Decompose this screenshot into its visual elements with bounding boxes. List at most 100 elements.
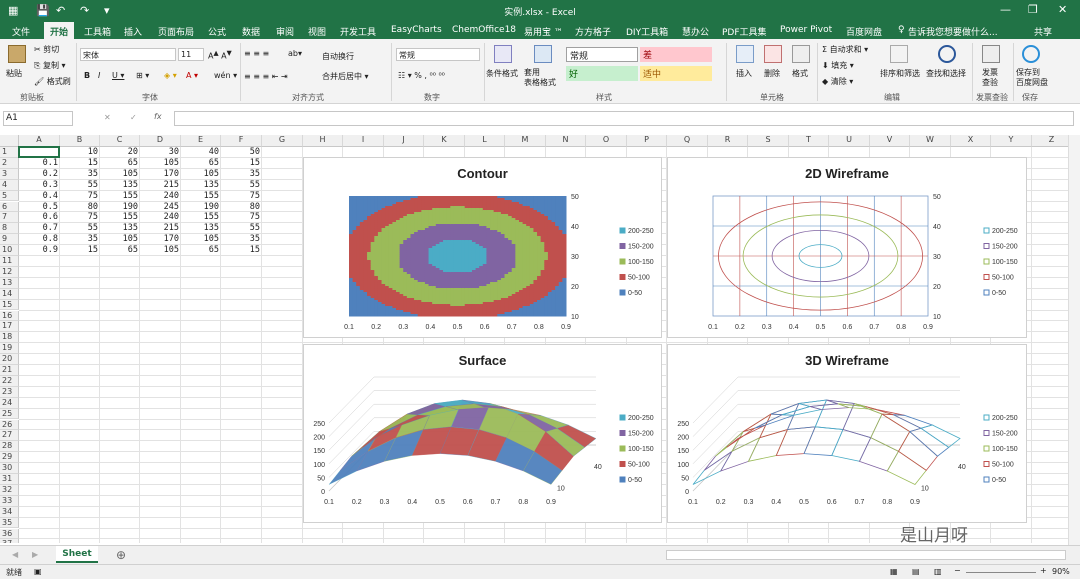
cell[interactable]: 30: [140, 147, 181, 158]
tab-baidu[interactable]: 百度网盘: [846, 25, 882, 38]
minimize-button[interactable]: —: [1000, 3, 1011, 16]
row-header[interactable]: 22: [0, 375, 19, 387]
row-header[interactable]: 19: [0, 343, 19, 355]
cell[interactable]: 15: [221, 158, 262, 169]
cell[interactable]: 0.4: [19, 191, 60, 202]
format-painter-button[interactable]: 🖌 格式刷: [34, 76, 71, 87]
tab-powerpivot[interactable]: Power Pivot: [780, 25, 832, 35]
normal-view-icon[interactable]: ▦: [890, 567, 898, 576]
row-header[interactable]: 15: [0, 299, 19, 311]
cell[interactable]: 135: [100, 223, 140, 234]
cell[interactable]: 0.7: [19, 223, 60, 234]
wrap-text-button[interactable]: 自动换行: [322, 51, 354, 62]
zoom-out-button[interactable]: −: [954, 566, 961, 575]
prev-sheet-icon[interactable]: ◀: [12, 550, 18, 559]
underline-button[interactable]: U ▾: [112, 71, 124, 80]
style-bad[interactable]: 差: [640, 47, 712, 62]
row-header[interactable]: 27: [0, 430, 19, 442]
column-header[interactable]: I: [343, 135, 384, 147]
formula-input[interactable]: [174, 111, 1074, 126]
cell[interactable]: 35: [221, 234, 262, 245]
tab-chemoffice[interactable]: ChemOffice18: [452, 25, 516, 35]
tab-insert[interactable]: 插入: [124, 25, 142, 38]
save-baidu-button[interactable]: 保存到 百度网盘: [1016, 68, 1048, 88]
row-header[interactable]: 6: [0, 201, 19, 213]
sheet-tab[interactable]: Sheet: [56, 546, 98, 563]
row-header[interactable]: 30: [0, 463, 19, 474]
paste-icon[interactable]: [8, 45, 26, 63]
wen-icon[interactable]: wén ▾: [214, 71, 237, 80]
row-header[interactable]: 7: [0, 212, 19, 224]
cell[interactable]: 75: [60, 191, 100, 202]
tab-review[interactable]: 审阅: [276, 25, 294, 38]
tab-diy[interactable]: DIY工具箱: [626, 25, 668, 38]
cell[interactable]: 55: [60, 180, 100, 191]
tab-layout[interactable]: 页面布局: [158, 25, 194, 38]
cell[interactable]: 170: [140, 169, 181, 180]
table-format-icon[interactable]: [534, 45, 552, 63]
row-header[interactable]: 32: [0, 484, 19, 496]
column-header[interactable]: Q: [667, 135, 708, 147]
row-header[interactable]: 35: [0, 517, 19, 529]
merge-center-button[interactable]: 合并后居中 ▾: [322, 71, 369, 82]
cell[interactable]: 105: [100, 234, 140, 245]
cell[interactable]: 35: [221, 169, 262, 180]
zoom-level[interactable]: 90%: [1052, 567, 1070, 576]
font-name-select[interactable]: 宋体: [80, 48, 176, 61]
cell[interactable]: 105: [181, 234, 221, 245]
tab-fangfang[interactable]: 方方格子: [575, 25, 611, 38]
cell[interactable]: 75: [60, 212, 100, 223]
row-header[interactable]: 2: [0, 157, 19, 169]
tab-view[interactable]: 视图: [308, 25, 326, 38]
column-header[interactable]: G: [262, 135, 303, 147]
clear-button[interactable]: ◆ 清除 ▾: [822, 76, 853, 87]
cell[interactable]: 15: [60, 158, 100, 169]
cell[interactable]: 155: [100, 191, 140, 202]
select-all-corner[interactable]: [0, 135, 19, 147]
font-color-icon[interactable]: A ▾: [186, 71, 198, 80]
row-header[interactable]: 1: [0, 147, 19, 158]
column-header[interactable]: S: [748, 135, 789, 147]
row-header[interactable]: 8: [0, 223, 19, 235]
grow-font-icon[interactable]: A▲ A▼: [208, 49, 232, 61]
cell[interactable]: 0.5: [19, 202, 60, 213]
row-header[interactable]: 20: [0, 354, 19, 365]
zoom-slider[interactable]: [966, 572, 1036, 573]
tab-toolbox[interactable]: 工具箱: [84, 25, 111, 38]
cell[interactable]: 135: [100, 180, 140, 191]
currency-icon[interactable]: ☷ ▾ % , ⁰⁰ ⁰⁰: [398, 71, 445, 80]
page-layout-icon[interactable]: ▤: [912, 567, 920, 576]
cell[interactable]: 245: [140, 202, 181, 213]
cell[interactable]: 135: [181, 180, 221, 191]
column-header[interactable]: R: [708, 135, 748, 147]
column-header[interactable]: D: [140, 135, 181, 147]
enter-icon[interactable]: ✓: [130, 113, 137, 122]
row-header[interactable]: 5: [0, 190, 19, 202]
cell[interactable]: 190: [100, 202, 140, 213]
tell-me-search[interactable]: 告诉我您想要做什么...: [908, 25, 998, 38]
page-break-icon[interactable]: ▥: [934, 567, 942, 576]
row-header[interactable]: 25: [0, 408, 19, 420]
cell[interactable]: 155: [181, 212, 221, 223]
row-header[interactable]: 17: [0, 321, 19, 333]
next-sheet-icon[interactable]: ▶: [32, 550, 38, 559]
orientation-icon[interactable]: ab▾: [288, 49, 302, 58]
vertical-scrollbar[interactable]: [1068, 135, 1080, 545]
column-header[interactable]: X: [951, 135, 991, 147]
column-header[interactable]: F: [221, 135, 262, 147]
column-header[interactable]: C: [100, 135, 140, 147]
surface-chart[interactable]: Surface 0 50 100 150 200 250 0.1 0.2 0.3 0.4 0.5 0.…: [303, 344, 662, 523]
zoom-in-button[interactable]: +: [1040, 566, 1047, 575]
cell[interactable]: 105: [100, 169, 140, 180]
column-header[interactable]: J: [384, 135, 424, 147]
border-icon[interactable]: ⊞ ▾: [136, 71, 149, 80]
align-left-icon[interactable]: ≡ ≡ ≡ ⇤ ⇥: [244, 72, 288, 81]
baidu-cloud-icon[interactable]: [1022, 45, 1040, 63]
row-header[interactable]: 18: [0, 332, 19, 344]
cell[interactable]: 0.1: [19, 158, 60, 169]
cell[interactable]: 50: [221, 147, 262, 158]
cell[interactable]: 80: [221, 202, 262, 213]
tab-easycharts[interactable]: EasyCharts: [391, 25, 442, 35]
cell[interactable]: 0.8: [19, 234, 60, 245]
font-size-select[interactable]: 11: [178, 48, 204, 61]
